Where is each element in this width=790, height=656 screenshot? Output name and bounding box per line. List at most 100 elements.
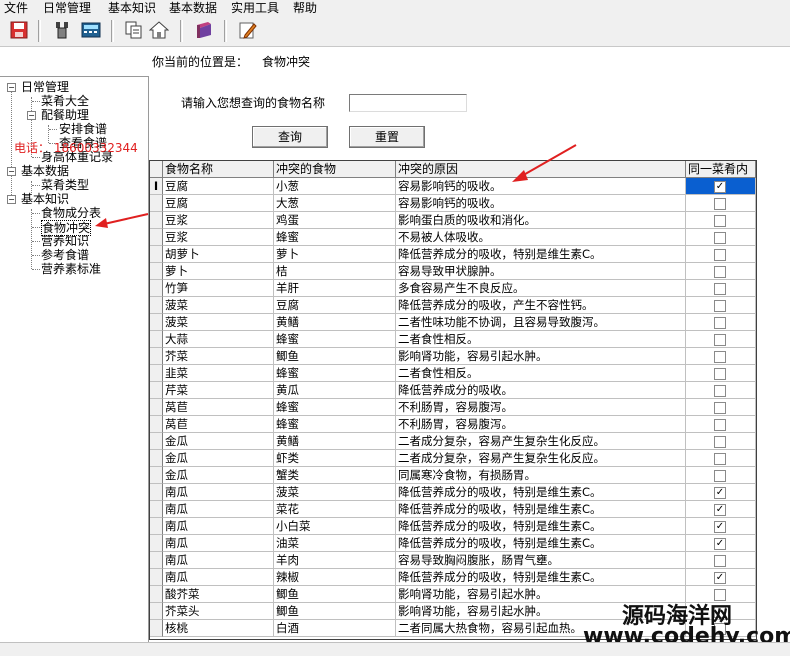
same-dish-checkbox[interactable] — [714, 368, 726, 380]
table-row[interactable]: 金瓜 虾类 二者成分复杂，容易产生复杂生化反应。 — [150, 450, 756, 467]
cell-conflict-food[interactable]: 蜂蜜 — [274, 229, 396, 246]
cell-food-name[interactable]: 南瓜 — [163, 552, 274, 569]
cell-conflict-food[interactable]: 桔 — [274, 263, 396, 280]
table-row[interactable]: 南瓜 菜花 降低营养成分的吸收，特别是维生素C。 ✓ — [150, 501, 756, 518]
header-same-dish[interactable]: 同一菜肴内 — [686, 161, 756, 177]
cell-reason[interactable]: 降低营养成分的吸收，特别是维生素C。 — [396, 501, 686, 518]
cell-food-name[interactable]: 胡萝卜 — [163, 246, 274, 263]
same-dish-checkbox[interactable] — [714, 198, 726, 210]
tree-item-dish-types[interactable]: 菜肴类型 — [41, 178, 89, 192]
cell-conflict-food[interactable]: 蟹类 — [274, 467, 396, 484]
cell-reason[interactable]: 影响蛋白质的吸收和消化。 — [396, 212, 686, 229]
table-row[interactable]: I 豆腐 小葱 容易影响钙的吸收。 ✓ — [150, 178, 756, 195]
reset-button[interactable]: 重置 — [349, 126, 425, 148]
same-dish-checkbox[interactable] — [714, 555, 726, 567]
same-dish-checkbox[interactable] — [714, 249, 726, 261]
cell-conflict-food[interactable]: 黄瓜 — [274, 382, 396, 399]
same-dish-checkbox[interactable]: ✓ — [714, 504, 726, 516]
tree-item-reference-recipes[interactable]: 参考食谱 — [41, 248, 89, 262]
table-row[interactable]: 芥菜 鲫鱼 影响肾功能，容易引起水肿。 — [150, 348, 756, 365]
cell-food-name[interactable]: 核桃 — [163, 620, 274, 637]
cell-same-dish[interactable]: ✓ — [686, 518, 756, 535]
table-row[interactable]: 芹菜 黄瓜 降低营养成分的吸收。 — [150, 382, 756, 399]
cell-food-name[interactable]: 莴苣 — [163, 416, 274, 433]
header-reason[interactable]: 冲突的原因 — [396, 161, 686, 177]
table-row[interactable]: 韭菜 蜂蜜 二者食性相反。 — [150, 365, 756, 382]
cell-food-name[interactable]: 南瓜 — [163, 535, 274, 552]
cell-reason[interactable]: 二者食性相反。 — [396, 365, 686, 382]
same-dish-checkbox[interactable] — [714, 402, 726, 414]
cell-food-name[interactable]: 芥菜头 — [163, 603, 274, 620]
menu-help[interactable]: 帮助 — [293, 0, 317, 16]
cell-same-dish[interactable] — [686, 280, 756, 297]
cell-conflict-food[interactable]: 蜂蜜 — [274, 331, 396, 348]
cell-food-name[interactable]: 金瓜 — [163, 467, 274, 484]
table-row[interactable]: 竹笋 羊肝 多食容易产生不良反应。 — [150, 280, 756, 297]
cell-food-name[interactable]: 豆浆 — [163, 212, 274, 229]
table-row[interactable]: 南瓜 小白菜 降低营养成分的吸收，特别是维生素C。 ✓ — [150, 518, 756, 535]
cell-reason[interactable]: 降低营养成分的吸收，特别是维生素C。 — [396, 535, 686, 552]
same-dish-checkbox[interactable]: ✓ — [714, 181, 726, 193]
cell-food-name[interactable]: 菠菜 — [163, 297, 274, 314]
table-row[interactable]: 莴苣 蜂蜜 不利肠胃，容易腹泻。 — [150, 416, 756, 433]
cell-conflict-food[interactable]: 蜂蜜 — [274, 399, 396, 416]
cell-conflict-food[interactable]: 羊肉 — [274, 552, 396, 569]
cell-food-name[interactable]: 莴苣 — [163, 399, 274, 416]
cell-reason[interactable]: 降低营养成分的吸收，产生不容性钙。 — [396, 297, 686, 314]
cell-food-name[interactable]: 大蒜 — [163, 331, 274, 348]
cell-reason[interactable]: 不利肠胃，容易腹泻。 — [396, 416, 686, 433]
cell-reason[interactable]: 不易被人体吸收。 — [396, 229, 686, 246]
cell-conflict-food[interactable]: 鲫鱼 — [274, 348, 396, 365]
table-row[interactable]: 金瓜 蟹类 同属寒冷食物，有损肠胃。 — [150, 467, 756, 484]
cell-food-name[interactable]: 菠菜 — [163, 314, 274, 331]
collapse-toggle[interactable]: − — [7, 167, 16, 176]
cell-food-name[interactable]: 竹笋 — [163, 280, 274, 297]
edit-icon[interactable] — [237, 20, 257, 40]
table-row[interactable]: 豆浆 鸡蛋 影响蛋白质的吸收和消化。 — [150, 212, 756, 229]
table-row[interactable]: 南瓜 辣椒 降低营养成分的吸收，特别是维生素C。 ✓ — [150, 569, 756, 586]
same-dish-checkbox[interactable] — [714, 266, 726, 278]
cell-conflict-food[interactable]: 蜂蜜 — [274, 416, 396, 433]
tree-root-basic-knowledge[interactable]: 基本知识 — [21, 192, 69, 206]
cell-same-dish[interactable] — [686, 467, 756, 484]
cell-food-name[interactable]: 酸芥菜 — [163, 586, 274, 603]
cell-conflict-food[interactable]: 黄鳝 — [274, 433, 396, 450]
same-dish-checkbox[interactable] — [714, 317, 726, 329]
cell-food-name[interactable]: 南瓜 — [163, 569, 274, 586]
cell-same-dish[interactable] — [686, 399, 756, 416]
tree-root-basic-data[interactable]: 基本数据 — [21, 164, 69, 178]
cell-same-dish[interactable] — [686, 348, 756, 365]
cell-reason[interactable]: 多食容易产生不良反应。 — [396, 280, 686, 297]
home-icon[interactable] — [149, 20, 169, 40]
table-row[interactable]: 莴苣 蜂蜜 不利肠胃，容易腹泻。 — [150, 399, 756, 416]
calculator-icon[interactable] — [81, 20, 101, 40]
table-row[interactable]: 豆浆 蜂蜜 不易被人体吸收。 — [150, 229, 756, 246]
cell-conflict-food[interactable]: 小葱 — [274, 178, 396, 195]
cell-same-dish[interactable]: ✓ — [686, 569, 756, 586]
cell-food-name[interactable]: 南瓜 — [163, 518, 274, 535]
menu-basic-knowledge[interactable]: 基本知识 — [108, 0, 156, 16]
cell-same-dish[interactable]: ✓ — [686, 501, 756, 518]
food-name-input[interactable] — [349, 94, 467, 112]
tree-root-daily[interactable]: 日常管理 — [21, 80, 69, 94]
cell-conflict-food[interactable]: 黄鳝 — [274, 314, 396, 331]
cell-food-name[interactable]: 芹菜 — [163, 382, 274, 399]
cell-conflict-food[interactable]: 羊肝 — [274, 280, 396, 297]
tree-item-nutrient-standard[interactable]: 营养素标准 — [41, 262, 101, 276]
tree-item-arrange-recipe[interactable]: 安排食谱 — [59, 122, 107, 136]
cell-conflict-food[interactable]: 小白菜 — [274, 518, 396, 535]
same-dish-checkbox[interactable] — [714, 470, 726, 482]
cell-reason[interactable]: 容易导致胸闷腹胀，肠胃气壅。 — [396, 552, 686, 569]
cell-conflict-food[interactable]: 鲫鱼 — [274, 603, 396, 620]
table-row[interactable]: 大蒜 蜂蜜 二者食性相反。 — [150, 331, 756, 348]
same-dish-checkbox[interactable]: ✓ — [714, 572, 726, 584]
menu-daily-management[interactable]: 日常管理 — [43, 0, 91, 16]
same-dish-checkbox[interactable] — [714, 283, 726, 295]
menu-basic-data[interactable]: 基本数据 — [169, 0, 217, 16]
cell-same-dish[interactable]: ✓ — [686, 178, 756, 195]
menu-tools[interactable]: 实用工具 — [231, 0, 279, 16]
cell-same-dish[interactable] — [686, 552, 756, 569]
cell-reason[interactable]: 二者成分复杂，容易产生复杂生化反应。 — [396, 433, 686, 450]
cell-reason[interactable]: 同属寒冷食物，有损肠胃。 — [396, 467, 686, 484]
table-row[interactable]: 金瓜 黄鳝 二者成分复杂，容易产生复杂生化反应。 — [150, 433, 756, 450]
